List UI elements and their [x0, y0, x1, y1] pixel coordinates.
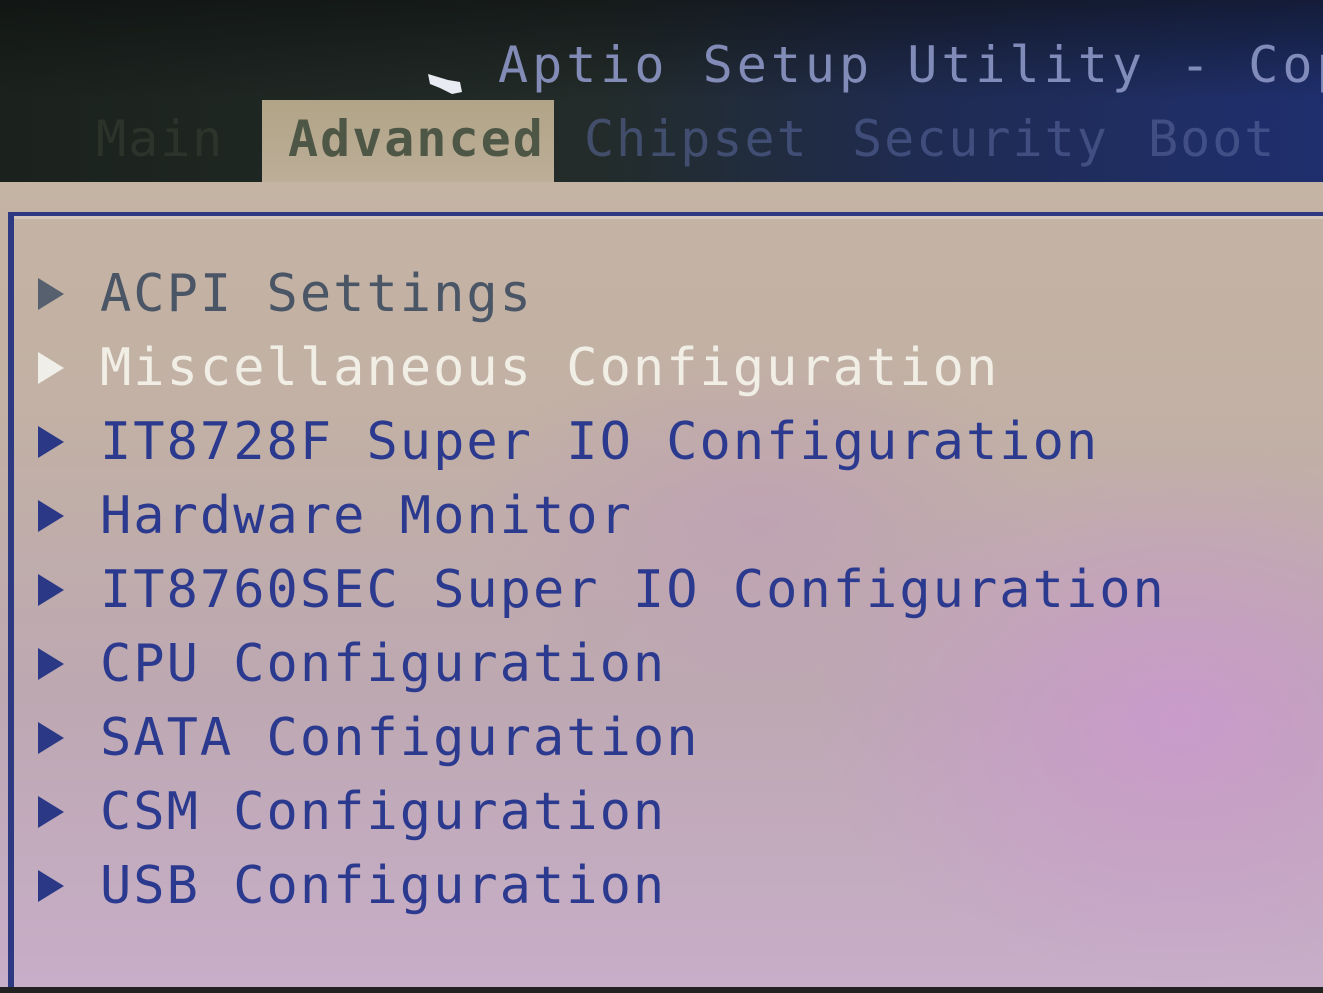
triangle-right-icon: [38, 796, 64, 828]
triangle-right-icon: [38, 426, 64, 458]
menu-item-label: Hardware Monitor: [100, 486, 633, 546]
menu-item-sata-configuration[interactable]: SATA Configuration: [38, 708, 700, 768]
menu-item-label: CSM Configuration: [100, 782, 667, 842]
mouse-pointer-icon: [428, 74, 462, 94]
tab-bar: Main Advanced Chipset Security Boot: [0, 100, 1323, 182]
triangle-right-icon: [38, 574, 64, 606]
menu-item-acpi-settings[interactable]: ACPI Settings: [38, 264, 533, 324]
menu-item-it8728f-super-io-configuration[interactable]: IT8728F Super IO Configuration: [38, 412, 1099, 472]
menu-item-label: SATA Configuration: [100, 708, 700, 768]
triangle-right-icon: [38, 278, 64, 310]
tab-chipset[interactable]: Chipset: [584, 110, 809, 168]
menu-item-label: ACPI Settings: [100, 264, 533, 324]
tab-advanced[interactable]: Advanced: [288, 110, 545, 168]
triangle-right-icon: [38, 870, 64, 902]
menu-item-label: CPU Configuration: [100, 634, 667, 694]
tab-main[interactable]: Main: [96, 110, 224, 168]
menu-item-csm-configuration[interactable]: CSM Configuration: [38, 782, 666, 842]
menu-item-hardware-monitor[interactable]: Hardware Monitor: [38, 486, 633, 546]
triangle-right-icon: [38, 352, 64, 384]
header-bar: Aptio Setup Utility - Copyri Main Advanc…: [0, 0, 1323, 182]
menu-item-it8760sec-super-io-configuration[interactable]: IT8760SEC Super IO Configuration: [38, 560, 1166, 620]
menu-item-miscellaneous-configuration[interactable]: Miscellaneous Configuration: [38, 338, 999, 398]
menu-item-label: IT8728F Super IO Configuration: [100, 412, 1100, 472]
menu-item-usb-configuration[interactable]: USB Configuration: [38, 856, 666, 916]
app-title: Aptio Setup Utility - Copyri: [498, 36, 1323, 94]
menu-item-cpu-configuration[interactable]: CPU Configuration: [38, 634, 666, 694]
settings-panel: ACPI Settings Miscellaneous Configuratio…: [8, 212, 1323, 993]
menu-item-label: IT8760SEC Super IO Configuration: [100, 560, 1166, 620]
menu-item-label: USB Configuration: [100, 856, 667, 916]
triangle-right-icon: [38, 500, 64, 532]
menu-item-label: Miscellaneous Configuration: [100, 338, 1000, 398]
triangle-right-icon: [38, 648, 64, 680]
tab-boot[interactable]: Boot: [1148, 110, 1276, 168]
bios-screen: Aptio Setup Utility - Copyri Main Advanc…: [0, 0, 1323, 993]
triangle-right-icon: [38, 722, 64, 754]
tab-security[interactable]: Security: [852, 110, 1109, 168]
